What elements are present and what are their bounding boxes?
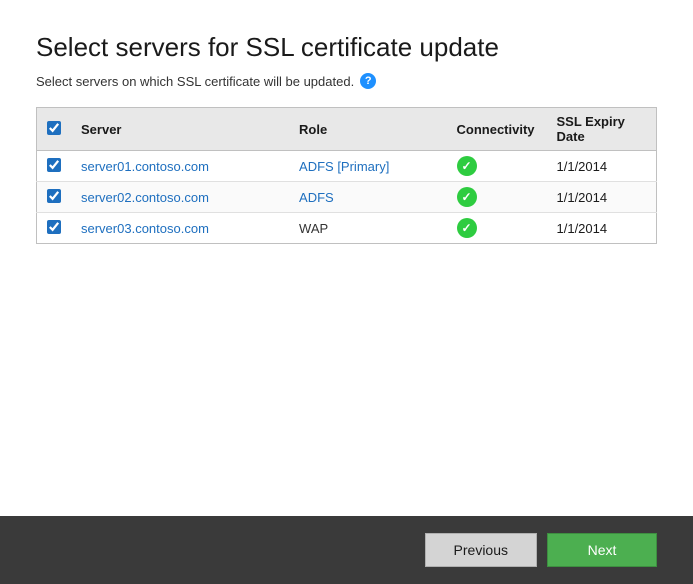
page-title: Select servers for SSL certificate updat… bbox=[36, 32, 657, 63]
col-header-server: Server bbox=[71, 108, 289, 151]
connectivity-ok-icon: ✓ bbox=[457, 218, 477, 238]
footer: Previous Next bbox=[0, 516, 693, 584]
server-link[interactable]: server03.contoso.com bbox=[81, 221, 209, 236]
role-label: ADFS [Primary] bbox=[299, 159, 389, 174]
role-label: ADFS bbox=[299, 190, 334, 205]
subtitle-text: Select servers on which SSL certificate … bbox=[36, 74, 354, 89]
row-3-checkbox[interactable] bbox=[47, 220, 61, 234]
row-expiry-cell: 1/1/2014 bbox=[547, 182, 657, 213]
row-server-cell: server02.contoso.com bbox=[71, 182, 289, 213]
row-expiry-cell: 1/1/2014 bbox=[547, 151, 657, 182]
row-role-cell: WAP bbox=[289, 213, 446, 244]
server-table: Server Role Connectivity SSL Expiry Date… bbox=[36, 107, 657, 244]
row-connectivity-cell: ✓ bbox=[447, 151, 547, 182]
row-role-cell: ADFS bbox=[289, 182, 446, 213]
table-row: server03.contoso.com WAP ✓ 1/1/2014 bbox=[37, 213, 657, 244]
row-checkbox-cell bbox=[37, 182, 72, 213]
role-label: WAP bbox=[299, 221, 328, 236]
row-connectivity-cell: ✓ bbox=[447, 182, 547, 213]
row-2-checkbox[interactable] bbox=[47, 189, 61, 203]
server-link[interactable]: server01.contoso.com bbox=[81, 159, 209, 174]
col-header-role: Role bbox=[289, 108, 446, 151]
row-expiry-cell: 1/1/2014 bbox=[547, 213, 657, 244]
row-role-cell: ADFS [Primary] bbox=[289, 151, 446, 182]
row-1-checkbox[interactable] bbox=[47, 158, 61, 172]
row-checkbox-cell bbox=[37, 213, 72, 244]
connectivity-ok-icon: ✓ bbox=[457, 187, 477, 207]
help-icon[interactable]: ? bbox=[360, 73, 376, 89]
row-server-cell: server01.contoso.com bbox=[71, 151, 289, 182]
select-all-checkbox[interactable] bbox=[47, 121, 61, 135]
col-header-connectivity: Connectivity bbox=[447, 108, 547, 151]
table-row: server02.contoso.com ADFS ✓ 1/1/2014 bbox=[37, 182, 657, 213]
next-button[interactable]: Next bbox=[547, 533, 657, 567]
col-header-expiry: SSL Expiry Date bbox=[547, 108, 657, 151]
connectivity-ok-icon: ✓ bbox=[457, 156, 477, 176]
row-checkbox-cell bbox=[37, 151, 72, 182]
previous-button[interactable]: Previous bbox=[425, 533, 537, 567]
col-header-checkbox bbox=[37, 108, 72, 151]
table-header-row: Server Role Connectivity SSL Expiry Date bbox=[37, 108, 657, 151]
subtitle-row: Select servers on which SSL certificate … bbox=[36, 73, 657, 89]
main-content: Select servers for SSL certificate updat… bbox=[0, 0, 693, 516]
table-row: server01.contoso.com ADFS [Primary] ✓ 1/1/2… bbox=[37, 151, 657, 182]
row-server-cell: server03.contoso.com bbox=[71, 213, 289, 244]
server-link[interactable]: server02.contoso.com bbox=[81, 190, 209, 205]
row-connectivity-cell: ✓ bbox=[447, 213, 547, 244]
